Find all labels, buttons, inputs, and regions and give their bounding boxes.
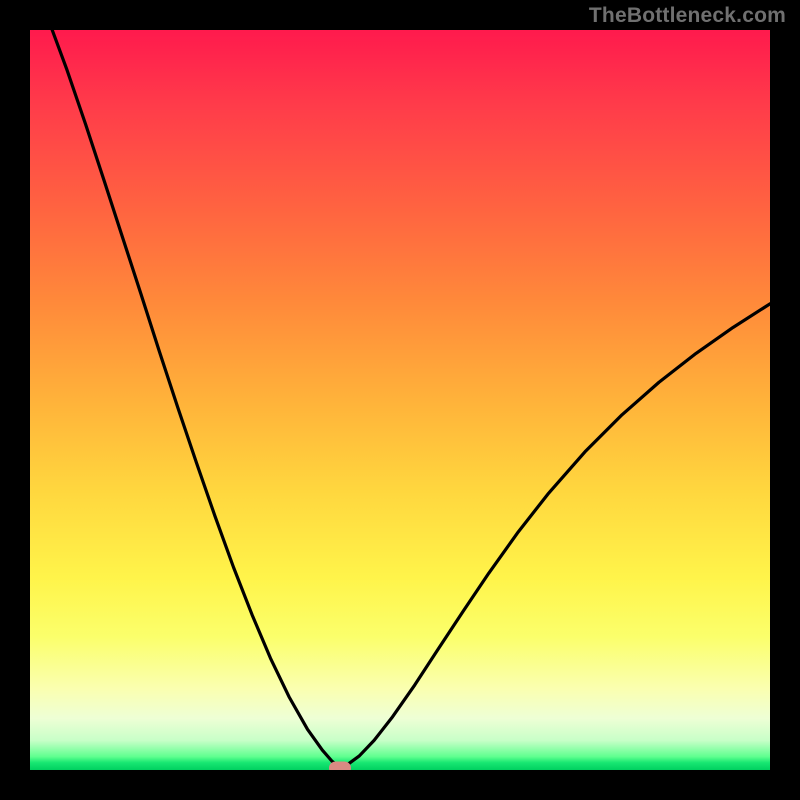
chart-frame: TheBottleneck.com <box>0 0 800 800</box>
plot-area <box>30 30 770 770</box>
bottleneck-curve <box>30 30 770 770</box>
optimum-marker <box>329 761 351 770</box>
watermark-text: TheBottleneck.com <box>589 4 786 28</box>
